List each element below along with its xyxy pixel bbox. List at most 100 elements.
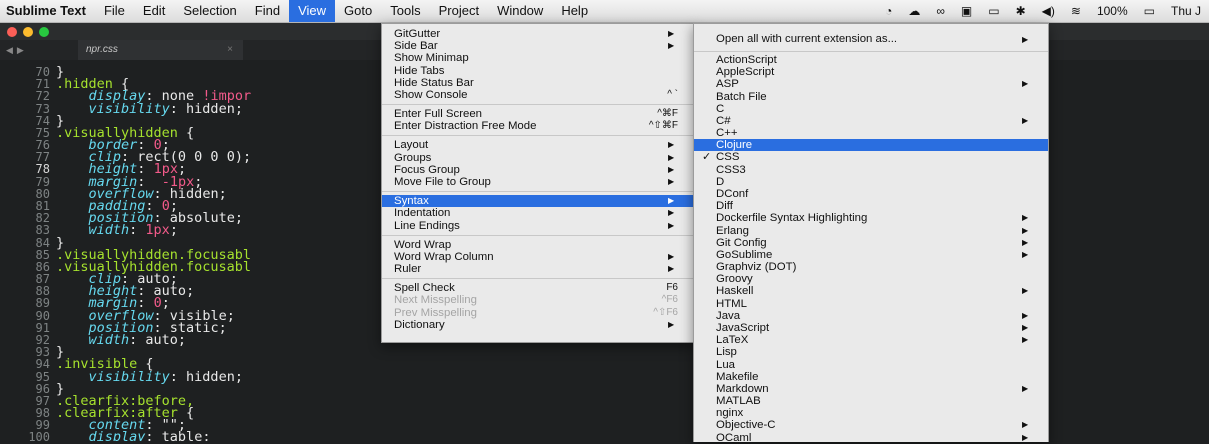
view-menu-item-layout[interactable]: Layout ▶ — [382, 139, 694, 151]
menu-view[interactable]: View — [289, 0, 336, 22]
keyboard-icon[interactable]: ▭ — [980, 4, 1007, 18]
menu-item-label: CSS3 — [716, 163, 746, 176]
code-line[interactable]: 74} — [0, 114, 65, 128]
view-menu-item-hide-tabs[interactable]: Hide Tabs — [382, 65, 694, 77]
bluetooth-icon[interactable]: ✱ — [1008, 4, 1034, 18]
menu-edit[interactable]: Edit — [134, 0, 174, 22]
syntax-item-clojure[interactable]: Clojure — [694, 139, 1048, 152]
volume-icon[interactable]: ◀) — [1034, 4, 1063, 18]
syntax-item-git-config[interactable]: Git Config ▶ — [694, 237, 1048, 249]
cloud-icon[interactable]: ☁ — [900, 4, 928, 18]
tab-nav-arrows-icon[interactable]: ◀▶ — [6, 40, 28, 60]
syntax-item-java[interactable]: Java ▶ — [694, 310, 1048, 322]
minimize-window-button[interactable] — [23, 27, 33, 37]
code-line[interactable]: 70} — [0, 65, 65, 79]
view-menu-item-enter-distraction-free-mode[interactable]: Enter Distraction Free Mode ^⇧⌘F — [382, 120, 694, 132]
view-menu-item-hide-status-bar[interactable]: Hide Status Bar — [382, 77, 694, 89]
menu-item-label: Hide Status Bar — [394, 76, 474, 89]
syntax-item-css3[interactable]: CSS3 — [694, 164, 1048, 176]
syntax-item-nginx[interactable]: nginx — [694, 407, 1048, 419]
glasses-icon[interactable]: ∞ — [928, 4, 953, 18]
syntax-item-applescript[interactable]: AppleScript — [694, 66, 1048, 78]
syntax-item-actionscript[interactable]: ActionScript — [694, 54, 1048, 66]
menu-item-label: Makefile — [716, 370, 759, 383]
syntax-item-markdown[interactable]: Markdown ▶ — [694, 383, 1048, 395]
view-menu-item-dictionary[interactable]: Dictionary ▶ — [382, 319, 694, 331]
syntax-item-dockerfile-syntax-highlighting[interactable]: Dockerfile Syntax Highlighting ▶ — [694, 212, 1048, 224]
syntax-item-lua[interactable]: Lua — [694, 359, 1048, 371]
syntax-item-batch-file[interactable]: Batch File — [694, 91, 1048, 103]
syntax-item-d[interactable]: D — [694, 176, 1048, 188]
syntax-item-makefile[interactable]: Makefile — [694, 371, 1048, 383]
view-menu-item-side-bar[interactable]: Side Bar ▶ — [382, 40, 694, 52]
view-menu-item-gitgutter[interactable]: GitGutter ▶ — [382, 28, 694, 40]
submenu-arrow-icon: ▶ — [1022, 335, 1029, 345]
code-line[interactable]: 93} — [0, 345, 65, 359]
code-line[interactable]: 92 width: auto; — [0, 333, 187, 347]
sync-icon[interactable]: ◔ — [877, 4, 900, 18]
syntax-item-graphviz-dot[interactable]: Graphviz (DOT) — [694, 261, 1048, 273]
shortcut-label: F6 — [666, 282, 678, 294]
syntax-item-html[interactable]: HTML — [694, 298, 1048, 310]
window-icon[interactable]: ▣ — [953, 4, 980, 18]
syntax-item-javascript[interactable]: JavaScript ▶ — [694, 322, 1048, 334]
syntax-item-matlab[interactable]: MATLAB — [694, 395, 1048, 407]
menu-selection[interactable]: Selection — [174, 0, 245, 22]
menu-help[interactable]: Help — [552, 0, 597, 22]
syntax-item-ocaml[interactable]: OCaml ▶ — [694, 432, 1048, 444]
view-menu-item-syntax[interactable]: Syntax ▶ — [382, 195, 694, 208]
open-all-with-extension-item[interactable]: Open all with current extension as... ▶ — [694, 32, 1048, 47]
view-menu: GitGutter ▶ Side Bar ▶ Show Minimap Hide Tabs… — [381, 23, 695, 343]
menu-find[interactable]: Find — [246, 0, 289, 22]
view-menu-item-word-wrap[interactable]: Word Wrap — [382, 239, 694, 251]
syntax-item-dconf[interactable]: DConf — [694, 188, 1048, 200]
syntax-item-css[interactable]: ✓ CSS — [694, 151, 1048, 163]
code-line[interactable]: 83 width: 1px; — [0, 224, 178, 238]
syntax-item-csharp[interactable]: C# ▶ — [694, 115, 1048, 127]
code-line[interactable]: 84} — [0, 236, 65, 250]
line-number: 78 — [35, 162, 50, 177]
code-line[interactable]: 73 visibility: hidden; — [0, 102, 243, 116]
menu-project[interactable]: Project — [430, 0, 488, 22]
syntax-item-asp[interactable]: ASP ▶ — [694, 78, 1048, 90]
tab-npr-css[interactable]: npr.css × — [78, 40, 243, 60]
syntax-item-objective-c[interactable]: Objective-C ▶ — [694, 419, 1048, 431]
wifi-icon[interactable]: ≋ — [1063, 4, 1089, 18]
syntax-item-c[interactable]: C — [694, 103, 1048, 115]
menu-file[interactable]: File — [95, 0, 134, 22]
menu-window[interactable]: Window — [488, 0, 552, 22]
view-menu-item-show-console[interactable]: Show Console ^ ` — [382, 89, 694, 101]
view-menu-item-ruler[interactable]: Ruler ▶ — [382, 263, 694, 275]
view-menu-item-spell-check[interactable]: Spell Check F6 — [382, 282, 694, 294]
menu-tools[interactable]: Tools — [381, 0, 429, 22]
view-menu-item-enter-full-screen[interactable]: Enter Full Screen ^⌘F — [382, 108, 694, 120]
syntax-item-groovy[interactable]: Groovy — [694, 273, 1048, 285]
menu-item-label: D — [716, 175, 725, 188]
view-menu-item-move-file-to-group[interactable]: Move File to Group ▶ — [382, 176, 694, 188]
syntax-item-haskell[interactable]: Haskell ▶ — [694, 285, 1048, 297]
view-menu-item-focus-group[interactable]: Focus Group ▶ — [382, 164, 694, 176]
view-menu-item-indentation[interactable]: Indentation ▶ — [382, 207, 694, 219]
syntax-item-cpp[interactable]: C++ — [694, 127, 1048, 139]
syntax-item-erlang[interactable]: Erlang ▶ — [694, 225, 1048, 237]
code-line[interactable]: 96} — [0, 382, 65, 396]
close-icon[interactable]: × — [227, 40, 233, 60]
menu-item-label: Erlang — [716, 224, 749, 237]
close-window-button[interactable] — [7, 27, 17, 37]
menu-item-label: Move File to Group — [394, 175, 491, 188]
clock[interactable]: Thu J — [1163, 4, 1209, 18]
syntax-item-diff[interactable]: Diff — [694, 200, 1048, 212]
menu-goto[interactable]: Goto — [335, 0, 381, 22]
view-menu-item-show-minimap[interactable]: Show Minimap — [382, 52, 694, 64]
syntax-item-latex[interactable]: LaTeX ▶ — [694, 334, 1048, 346]
app-menu[interactable]: Sublime Text — [0, 0, 95, 22]
zoom-window-button[interactable] — [39, 27, 49, 37]
syntax-item-lisp[interactable]: Lisp — [694, 346, 1048, 358]
view-menu-item-line-endings[interactable]: Line Endings ▶ — [382, 220, 694, 232]
syntax-item-gosublime[interactable]: GoSublime ▶ — [694, 249, 1048, 261]
code-line[interactable]: 95 visibility: hidden; — [0, 370, 243, 384]
battery-level[interactable]: 100% — [1089, 4, 1136, 18]
view-menu-item-groups[interactable]: Groups ▶ — [382, 152, 694, 164]
code-line[interactable]: 100 display: table; — [0, 431, 210, 441]
view-menu-item-word-wrap-column[interactable]: Word Wrap Column ▶ — [382, 251, 694, 263]
